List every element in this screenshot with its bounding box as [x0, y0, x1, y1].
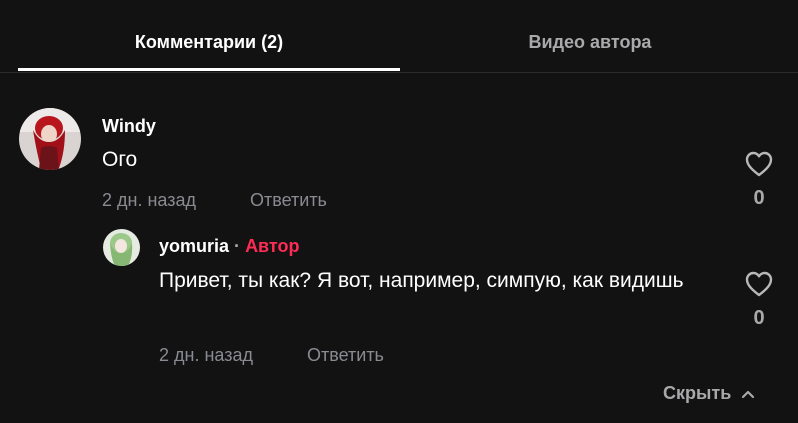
- reply-text: Привет, ты как? Я вот, например, симпую,…: [159, 269, 684, 292]
- hide-replies-label: Скрыть: [663, 383, 732, 403]
- comment-reply-button[interactable]: Ответить: [250, 190, 327, 211]
- tab-author-videos[interactable]: Видео автора: [400, 0, 780, 72]
- avatar-yomuria[interactable]: [103, 229, 140, 266]
- reply-username-line: yomuria · Автор: [159, 236, 299, 257]
- reply-like-count: 0: [753, 307, 765, 329]
- tab-bar: Комментарии (2) Видео автора: [0, 0, 798, 73]
- heart-outline-icon[interactable]: [744, 270, 774, 298]
- avatar-windy[interactable]: [19, 108, 81, 170]
- comment-username[interactable]: Windy: [102, 116, 156, 137]
- tab-comments[interactable]: Комментарии (2): [18, 0, 400, 72]
- comment-timestamp: 2 дн. назад: [102, 190, 196, 210]
- comment-text: Ого: [102, 148, 138, 171]
- heart-outline-icon[interactable]: [744, 150, 774, 178]
- active-tab-indicator: [18, 68, 400, 71]
- reply-username[interactable]: yomuria: [159, 236, 229, 256]
- author-badge: Автор: [245, 236, 300, 256]
- reply-reply-button[interactable]: Ответить: [307, 345, 384, 366]
- separator-dot: ·: [234, 236, 241, 256]
- hide-replies-button[interactable]: Скрыть: [663, 383, 755, 404]
- chevron-up-icon: [742, 391, 755, 399]
- reply-timestamp: 2 дн. назад: [159, 345, 253, 365]
- comment-like-count: 0: [753, 187, 765, 209]
